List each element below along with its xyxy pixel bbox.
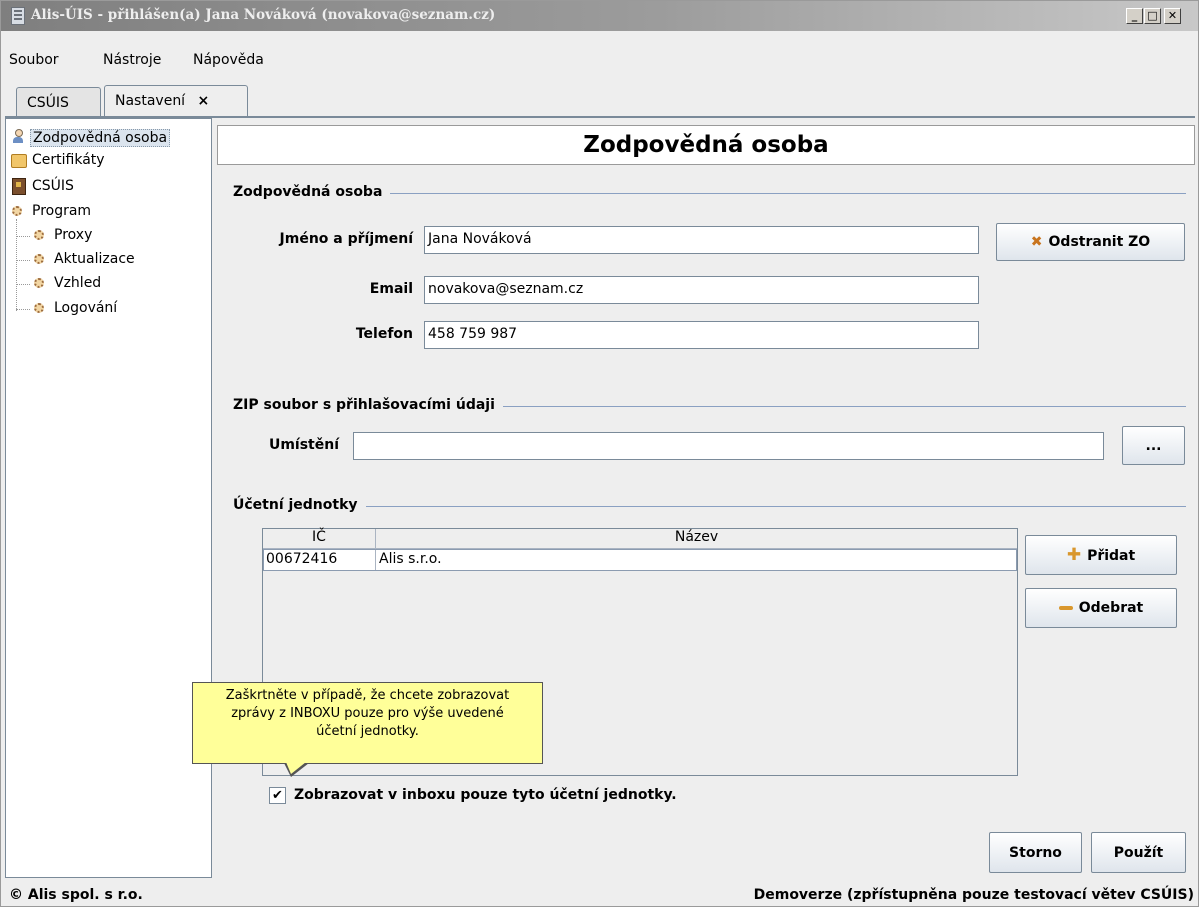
column-header-ic[interactable]: IČ: [263, 529, 376, 549]
gear-icon: [12, 206, 22, 216]
remove-unit-label: Odebrat: [1078, 600, 1144, 616]
gear-icon: [34, 278, 44, 288]
tree-connector: [16, 284, 30, 285]
email-label: Email: [369, 281, 413, 297]
section-title-zip: ZIP soubor s přihlašovacími údaji: [233, 397, 503, 413]
tree-item-csuis[interactable]: CSÚIS: [10, 176, 210, 198]
minus-icon: [1058, 606, 1073, 610]
window-title: Alis-ÚIS - přihlášen(a) Jana Nováková (n…: [31, 7, 496, 23]
inbox-filter-checkbox[interactable]: ✔: [269, 787, 286, 804]
menu-bar: Soubor Nástroje Nápověda: [1, 46, 1198, 77]
status-copyright: © Alis spol. s r.o.: [9, 887, 143, 903]
tooltip-line: účetní jednotky.: [316, 724, 419, 739]
remove-person-button[interactable]: ✖ Odstranit ZO: [996, 223, 1185, 261]
tab-close-icon[interactable]: ×: [198, 93, 210, 109]
tree-item-label: Program: [32, 203, 92, 219]
tree-item-logovani[interactable]: Logování: [32, 298, 202, 320]
gear-icon: [34, 303, 44, 313]
remove-unit-button[interactable]: Odebrat: [1025, 588, 1177, 628]
page-header: Zodpovědná osoba: [217, 125, 1195, 165]
plus-icon: ✚: [1066, 545, 1082, 565]
title-bar[interactable]: Alis-ÚIS - přihlášen(a) Jana Nováková (n…: [1, 1, 1198, 31]
tree-item-proxy[interactable]: Proxy: [32, 225, 202, 247]
maximize-button[interactable]: □: [1144, 8, 1161, 24]
menu-soubor[interactable]: Soubor: [9, 52, 59, 68]
tree-item-label: Logování: [54, 300, 118, 316]
tree-item-label: Zodpovědná osoba: [30, 129, 171, 147]
tree-item-label: Certifikáty: [32, 152, 105, 168]
page-title: Zodpovědná osoba: [583, 132, 829, 158]
section-title-person: Zodpovědná osoba: [233, 184, 391, 200]
phone-field[interactable]: 458 759 987: [424, 321, 979, 349]
tooltip-line: zprávy z INBOXU pouze pro výše uvedené: [231, 706, 504, 721]
tree-item-program[interactable]: Program: [10, 201, 210, 223]
tree-connector: [16, 309, 30, 310]
tree-item-label: Vzhled: [54, 275, 102, 291]
tab-nastaveni[interactable]: Nastavení ×: [104, 85, 248, 118]
browse-button-label: ...: [1145, 437, 1162, 454]
tab-csuis-label: CSÚIS: [27, 95, 69, 111]
table-row[interactable]: [263, 549, 1017, 571]
gear-icon: [34, 254, 44, 264]
add-unit-button[interactable]: ✚ Přidat: [1025, 535, 1177, 575]
tree-item-label: Aktualizace: [54, 251, 135, 267]
app-icon: [11, 7, 25, 25]
close-button[interactable]: ✕: [1164, 8, 1181, 24]
column-header-nazev[interactable]: Název: [376, 529, 1017, 549]
tooltip: Zaškrtněte v případě, že chcete zobrazov…: [192, 682, 543, 764]
browse-button[interactable]: ...: [1122, 426, 1185, 465]
location-label: Umístění: [268, 437, 339, 453]
remove-icon: ✖: [1030, 234, 1043, 250]
gear-icon: [34, 230, 44, 240]
tree-connector: [16, 219, 17, 311]
tree-item-certifikaty[interactable]: Certifikáty: [10, 150, 210, 172]
email-field[interactable]: novakova@seznam.cz: [424, 276, 979, 304]
application-window: Alis-ÚIS - přihlášen(a) Jana Nováková (n…: [0, 0, 1199, 907]
cancel-button-label: Storno: [1009, 844, 1062, 861]
tab-nastaveni-label: Nastavení: [115, 93, 186, 109]
person-icon: [13, 129, 23, 143]
inbox-filter-label[interactable]: Zobrazovat v inboxu pouze tyto účetní je…: [294, 787, 677, 803]
name-label: Jméno a příjmení: [279, 231, 413, 247]
settings-tree: Zodpovědná osoba Certifikáty CSÚIS Progr…: [5, 118, 212, 878]
apply-button[interactable]: Použít: [1091, 832, 1186, 873]
tree-item-aktualizace[interactable]: Aktualizace: [32, 249, 202, 271]
menu-napoveda[interactable]: Nápověda: [193, 52, 264, 68]
tree-item-vzhled[interactable]: Vzhled: [32, 273, 202, 295]
menu-nastroje[interactable]: Nástroje: [103, 52, 161, 68]
section-title-units: Účetní jednotky: [233, 497, 366, 513]
tree-item-label: Proxy: [54, 227, 93, 243]
apply-button-label: Použít: [1113, 844, 1164, 861]
tree-connector: [16, 236, 30, 237]
tab-strip: CSÚIS Nastavení ×: [1, 77, 1198, 118]
tree-item-zodpovedna-osoba[interactable]: Zodpovědná osoba: [10, 127, 210, 149]
book-icon: [12, 178, 26, 195]
tooltip-pointer: [286, 762, 306, 774]
tab-csuis[interactable]: CSÚIS: [16, 87, 101, 117]
status-mode: Demoverze (zpřístupněna pouze testovací …: [753, 887, 1194, 903]
status-bar: © Alis spol. s r.o. Demoverze (zpřístupn…: [1, 881, 1198, 908]
minimize-button[interactable]: _: [1126, 8, 1143, 24]
tree-item-label: CSÚIS: [32, 178, 74, 194]
location-field[interactable]: [353, 432, 1104, 460]
tree-connector: [16, 260, 30, 261]
phone-label: Telefon: [355, 326, 413, 342]
tooltip-line: Zaškrtněte v případě, že chcete zobrazov…: [225, 688, 510, 703]
remove-person-label: Odstranit ZO: [1048, 234, 1151, 250]
cancel-button[interactable]: Storno: [989, 832, 1082, 873]
certificate-icon: [11, 154, 27, 168]
section-divider: [233, 506, 1186, 507]
add-unit-label: Přidat: [1087, 548, 1136, 564]
name-field[interactable]: Jana Nováková: [424, 226, 979, 254]
